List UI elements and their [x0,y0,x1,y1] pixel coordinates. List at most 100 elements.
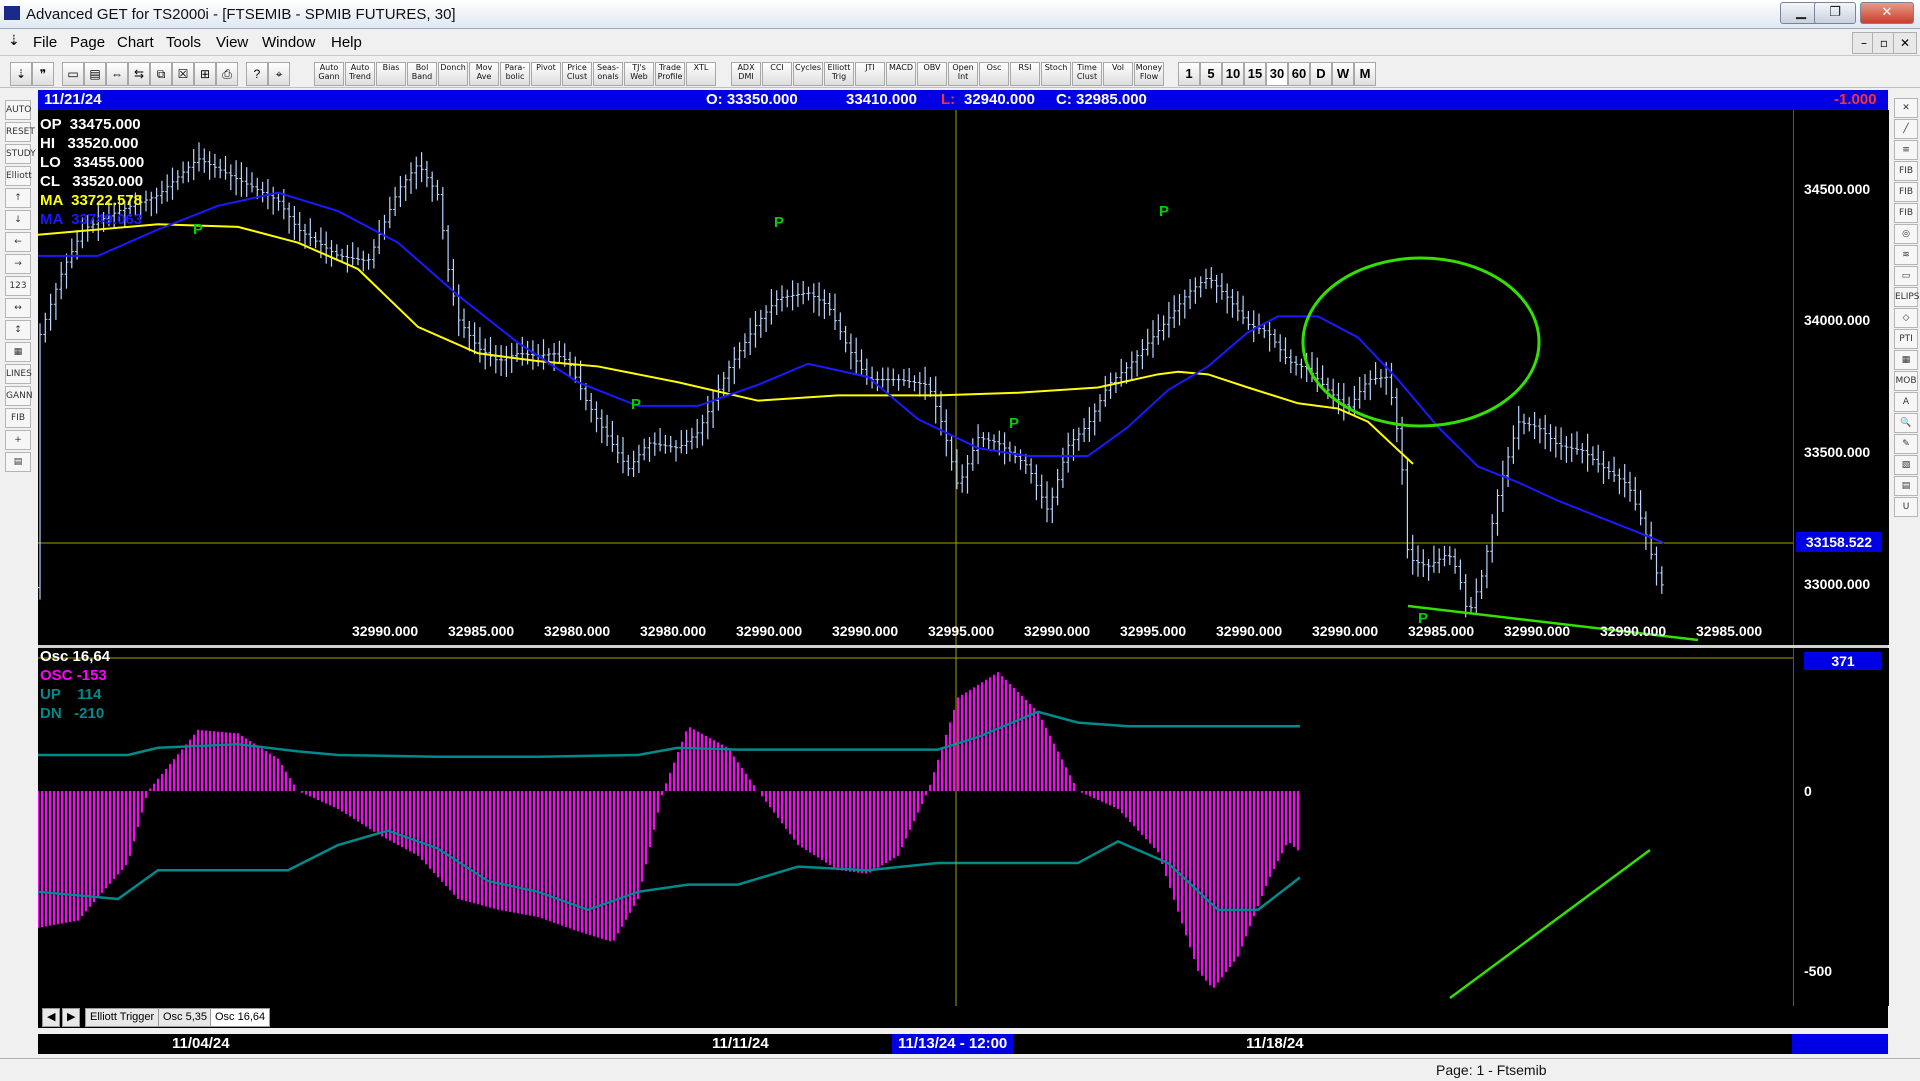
left-tool-6[interactable]: ← [5,232,31,252]
tab-osc-16-64[interactable]: Osc 16,64 [210,1008,271,1027]
left-tool-15[interactable]: + [5,430,31,450]
tab-scroll-right[interactable]: ▶ [62,1008,80,1027]
tab-osc-5-35[interactable]: Osc 5,35 [158,1008,213,1027]
tool-button-25[interactable]: Vol [1103,62,1133,86]
left-tool-11[interactable]: ▦ [5,342,31,362]
left-tool-7[interactable]: → [5,254,31,274]
toolbar-icon-10[interactable]: ? [246,62,268,86]
left-tool-1[interactable]: RESET [5,122,35,142]
right-tool-19[interactable]: U [1894,497,1918,517]
tool-button-7[interactable]: Pivot [531,62,561,86]
tool-button-15[interactable]: Cycles [793,62,823,86]
menu-help[interactable]: Help [331,34,362,51]
tool-button-11[interactable]: Trade Profile [655,62,685,86]
tool-button-6[interactable]: Para- bolic [500,62,530,86]
toolbar-icon-5[interactable]: ⇆ [128,62,150,86]
right-tool-6[interactable]: ◎ [1894,224,1918,244]
left-tool-8[interactable]: 123 [5,276,31,296]
tool-button-12[interactable]: XTL [686,62,716,86]
price-chart[interactable]: PPPPPP OP 33475.000 HI 33520.000 LO 3345… [38,110,1889,645]
tool-button-13[interactable]: ADX DMI [731,62,761,86]
tool-button-3[interactable]: Bol Band [407,62,437,86]
right-tool-5[interactable]: FIB TIME [1894,203,1918,236]
timeframe-button-5[interactable]: 5 [1200,62,1222,86]
menu-window[interactable]: Window [262,34,315,51]
tool-button-19[interactable]: OBV [917,62,947,86]
timeframe-button-M[interactable]: M [1354,62,1376,86]
toolbar-icon-1[interactable]: ❞ [32,62,54,86]
osc-axis[interactable] [1793,648,1889,1006]
timeframe-button-1[interactable]: 1 [1178,62,1200,86]
menu-file[interactable]: File [33,34,57,51]
timeframe-button-30[interactable]: 30 [1266,62,1288,86]
tool-button-23[interactable]: Stoch [1041,62,1071,86]
toolbar-icon-4[interactable]: ⇔ [106,62,128,86]
tool-button-8[interactable]: Price Clust [562,62,592,86]
toolbar-icon-8[interactable]: ⊞ [194,62,216,86]
toolbar-icon-2[interactable]: ▭ [62,62,84,86]
menu-view[interactable]: View [216,34,248,51]
left-tool-2[interactable]: STUDY [5,144,36,164]
right-tool-10[interactable]: ◇ [1894,308,1918,328]
menu-chart[interactable]: Chart [117,34,154,51]
right-tool-9[interactable]: ELIPS [1894,287,1920,307]
toolbar-icon-7[interactable]: ☒ [172,62,194,86]
timeframe-button-10[interactable]: 10 [1222,62,1244,86]
toolbar-icon-11[interactable]: ⌖ [268,62,290,86]
right-tool-7[interactable]: ≋ [1894,245,1918,265]
right-tool-17[interactable]: ▧ [1894,455,1918,475]
left-tool-10[interactable]: ↕ [5,320,31,340]
tool-button-17[interactable]: JTI [855,62,885,86]
right-tool-12[interactable]: ▦ [1894,350,1918,370]
right-tool-18[interactable]: ▤ [1894,476,1918,496]
mdi-close-button[interactable]: ✕ [1893,32,1917,54]
right-tool-1[interactable]: ╱ [1894,119,1918,139]
timeframe-button-60[interactable]: 60 [1288,62,1310,86]
left-tool-16[interactable]: ▤ [5,452,31,472]
left-tool-3[interactable]: Elliott [5,166,32,186]
right-tool-2[interactable]: ≡ [1894,140,1918,160]
timeframe-button-D[interactable]: D [1310,62,1332,86]
tool-button-21[interactable]: Osc [979,62,1009,86]
tab-scroll-left[interactable]: ◀ [42,1008,60,1027]
tab-elliott-trigger[interactable]: Elliott Trigger [85,1008,160,1027]
tool-button-22[interactable]: RSI [1010,62,1040,86]
right-tool-15[interactable]: 🔍 [1894,413,1918,433]
menu-tools[interactable]: Tools [166,34,201,51]
right-tool-4[interactable]: FIB EXT [1894,182,1918,215]
right-tool-14[interactable]: A [1894,392,1918,412]
left-tool-4[interactable]: ↑ [5,188,31,208]
timeframe-button-15[interactable]: 15 [1244,62,1266,86]
right-tool-16[interactable]: ✎ [1894,434,1918,454]
right-tool-11[interactable]: PTI [1894,329,1918,349]
timeframe-button-W[interactable]: W [1332,62,1354,86]
tool-button-20[interactable]: Open Int [948,62,978,86]
tool-button-4[interactable]: Donch [438,62,468,86]
tool-button-2[interactable]: Bias [376,62,406,86]
right-tool-0[interactable]: ✕ [1894,98,1918,118]
left-tool-14[interactable]: FIB [5,408,31,428]
left-tool-13[interactable]: GANN [5,386,33,406]
right-tool-3[interactable]: FIB RET [1894,161,1918,194]
toolbar-icon-0[interactable]: ⇣ [10,62,32,86]
toolbar-icon-3[interactable]: ▤ [84,62,106,86]
right-tool-8[interactable]: ▭ [1894,266,1918,286]
toolbar-icon-6[interactable]: ⧉ [150,62,172,86]
tool-button-26[interactable]: Money Flow [1134,62,1164,86]
tool-button-1[interactable]: Auto Trend [345,62,375,86]
left-tool-9[interactable]: ↔ [5,298,31,318]
right-tool-13[interactable]: MOB [1894,371,1918,391]
tool-button-18[interactable]: MACD [886,62,916,86]
tool-button-24[interactable]: Time Clust [1072,62,1102,86]
close-button[interactable]: ✕ [1860,2,1914,24]
menu-page[interactable]: Page [70,34,105,51]
tool-button-14[interactable]: CCI [762,62,792,86]
toolbar-icon-9[interactable]: ⎙ [216,62,238,86]
oscillator-pane[interactable]: Osc 16,64 OSC -153 UP 114 DN -210 371 0 … [38,648,1889,1006]
tool-button-5[interactable]: Mov Ave [469,62,499,86]
tool-button-10[interactable]: TJ's Web [624,62,654,86]
tool-button-9[interactable]: Seas- onals [593,62,623,86]
tool-button-0[interactable]: Auto Gann [314,62,344,86]
left-tool-12[interactable]: LINES [5,364,32,384]
left-tool-0[interactable]: AUTO [5,100,31,120]
